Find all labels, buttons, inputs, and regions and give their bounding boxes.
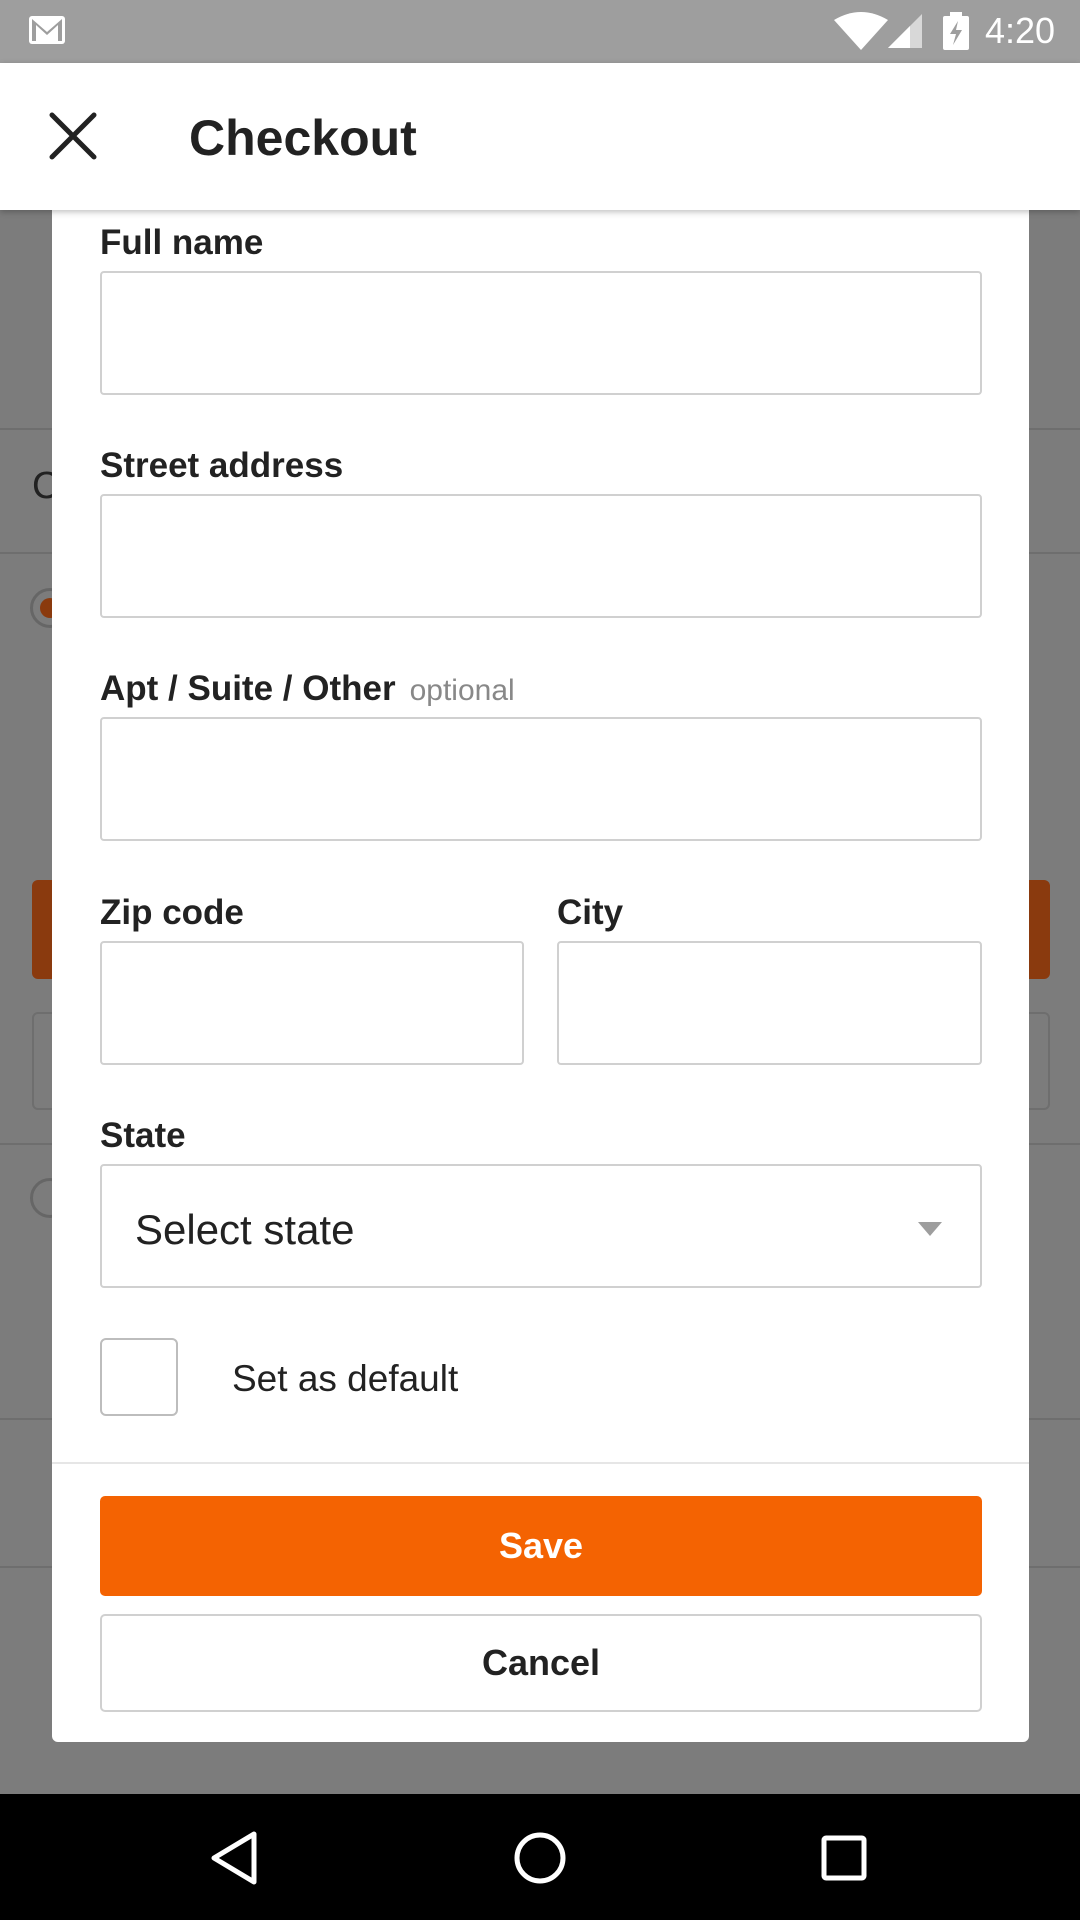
back-icon[interactable] (206, 1828, 266, 1888)
home-icon[interactable] (510, 1828, 570, 1888)
close-icon[interactable] (46, 109, 100, 163)
state-label: State (100, 1116, 186, 1155)
zip-code-input[interactable] (100, 941, 524, 1065)
state-select[interactable]: Select state (100, 1164, 982, 1288)
mail-icon (29, 16, 65, 44)
optional-tag: optional (409, 674, 515, 707)
screen: 4:20 Checkout C Full name Street address… (0, 0, 1080, 1920)
actions-divider (52, 1462, 1029, 1464)
page-title: Checkout (189, 110, 417, 166)
set-default-checkbox[interactable] (100, 1338, 178, 1416)
status-bar: 4:20 (0, 0, 1080, 63)
wifi-icon (834, 12, 888, 50)
street-address-input[interactable] (100, 494, 982, 618)
zip-code-label: Zip code (100, 893, 244, 932)
apt-label-row: Apt / Suite / Other optional (100, 669, 515, 709)
state-select-value: Select state (135, 1206, 355, 1253)
cancel-button[interactable]: Cancel (100, 1614, 982, 1712)
full-name-input[interactable] (100, 271, 982, 395)
recents-icon[interactable] (814, 1828, 874, 1888)
set-default-row[interactable]: Set as default (100, 1338, 982, 1418)
save-button[interactable]: Save (100, 1496, 982, 1596)
apt-input[interactable] (100, 717, 982, 841)
city-input[interactable] (557, 941, 982, 1065)
city-label: City (557, 893, 624, 932)
street-address-label: Street address (100, 446, 344, 485)
set-default-label: Set as default (232, 1358, 459, 1399)
dropdown-arrow-icon (918, 1222, 942, 1236)
top-app-bar: Checkout (0, 63, 1080, 210)
system-nav-bar (0, 1794, 1080, 1920)
status-time: 4:20 (985, 10, 1056, 51)
battery-charging-icon (943, 12, 969, 50)
full-name-label: Full name (100, 223, 264, 262)
signal-icon (888, 14, 922, 48)
apt-label: Apt / Suite / Other (100, 669, 396, 708)
address-form-dialog: Full name Street address Apt / Suite / O… (52, 210, 1029, 1742)
